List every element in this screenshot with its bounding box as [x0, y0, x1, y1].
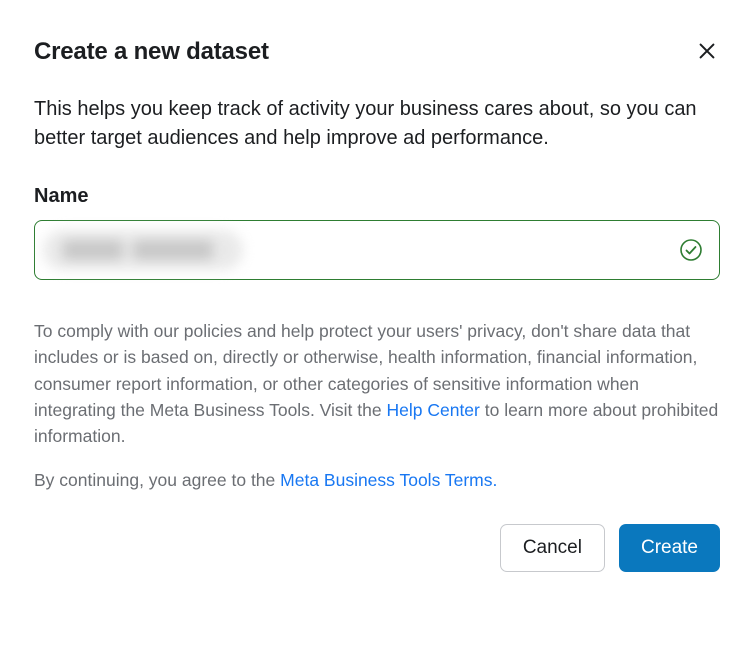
policy-text: To comply with our policies and help pro…	[34, 318, 720, 449]
cancel-button[interactable]: Cancel	[500, 524, 605, 572]
close-button[interactable]	[694, 38, 720, 67]
terms-text: By continuing, you agree to the Meta Bus…	[34, 467, 720, 493]
tools-terms-link[interactable]: Meta Business Tools Terms.	[280, 470, 497, 490]
create-button[interactable]: Create	[619, 524, 720, 572]
dialog-description: This helps you keep track of activity yo…	[34, 95, 720, 153]
dialog-header: Create a new dataset	[34, 38, 720, 67]
help-center-link[interactable]: Help Center	[386, 400, 479, 420]
dialog-footer: Cancel Create	[34, 524, 720, 572]
dialog-title: Create a new dataset	[34, 38, 269, 66]
name-input-wrapper[interactable]	[34, 220, 720, 280]
checkmark-circle-icon	[679, 238, 703, 262]
close-icon	[696, 40, 718, 65]
name-field-label: Name	[34, 185, 720, 208]
terms-text-before: By continuing, you agree to the	[34, 470, 280, 490]
name-input[interactable]	[51, 221, 679, 279]
